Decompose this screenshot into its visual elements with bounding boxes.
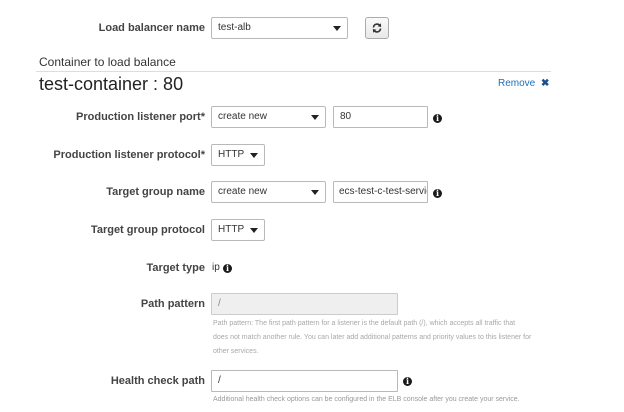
target-group-name-select[interactable]: create new	[211, 181, 326, 203]
section-title: Container to load balance	[39, 55, 176, 69]
chevron-down-icon	[250, 228, 258, 233]
container-title: test-container : 80	[39, 74, 184, 94]
path-pattern-help: Path pattern: The first path pattern for…	[213, 317, 553, 359]
target-group-name-label: Target group name	[106, 186, 205, 198]
path-pattern-label: Path pattern	[140, 298, 205, 310]
production-listener-port-select-value: create new	[218, 111, 267, 122]
production-listener-protocol-value: HTTP	[218, 149, 245, 160]
target-group-name-select-value: create new	[218, 186, 267, 197]
target-group-protocol-label: Target group protocol	[90, 224, 205, 236]
path-pattern-help-line-3: other services.	[213, 348, 259, 355]
path-pattern-value: /	[218, 298, 221, 309]
target-group-protocol-value: HTTP	[218, 224, 245, 235]
health-check-path-input[interactable]: /	[211, 370, 398, 392]
target-group-protocol-select[interactable]: HTTP	[211, 219, 265, 241]
load-balancer-name-value: test-alb	[218, 22, 251, 33]
production-listener-protocol-select[interactable]: HTTP	[211, 144, 265, 166]
target-type-value: ip	[212, 262, 220, 273]
health-check-help: Additional health check options can be c…	[213, 396, 520, 403]
info-icon[interactable]: i	[433, 189, 442, 198]
production-listener-port-select[interactable]: create new	[211, 106, 326, 128]
path-pattern-input[interactable]: /	[211, 293, 398, 315]
chevron-down-icon	[311, 115, 319, 120]
target-group-name-value: ecs-test-c-test-service	[339, 186, 428, 197]
load-balancer-name-label: Load balancer name	[98, 22, 205, 34]
path-pattern-help-line-2: does not match another rule. You can lat…	[213, 334, 532, 341]
load-balancer-name-select[interactable]: test-alb	[211, 17, 348, 39]
refresh-icon	[372, 23, 382, 33]
path-pattern-help-line-1: Path pattern: The first path pattern for…	[213, 320, 516, 327]
section-divider	[36, 71, 551, 72]
production-listener-protocol-label: Production listener protocol*	[53, 149, 205, 161]
chevron-down-icon	[333, 26, 341, 31]
production-listener-port-input[interactable]: 80	[333, 106, 428, 128]
production-listener-port-value: 80	[340, 111, 352, 122]
close-icon: ✖	[541, 78, 550, 89]
info-icon[interactable]: i	[223, 264, 232, 273]
info-icon[interactable]: i	[403, 377, 412, 386]
target-type-label: Target type	[146, 262, 205, 274]
chevron-down-icon	[250, 153, 258, 158]
remove-label: Remove	[498, 78, 536, 89]
info-icon[interactable]: i	[433, 114, 442, 123]
health-check-path-value: /	[218, 375, 221, 386]
refresh-button[interactable]	[365, 17, 389, 39]
target-group-name-input[interactable]: ecs-test-c-test-service	[333, 181, 428, 203]
chevron-down-icon	[311, 190, 319, 195]
remove-link[interactable]: Remove ✖	[498, 78, 549, 89]
health-check-path-label: Health check path	[110, 375, 205, 387]
production-listener-port-label: Production listener port*	[76, 111, 205, 123]
